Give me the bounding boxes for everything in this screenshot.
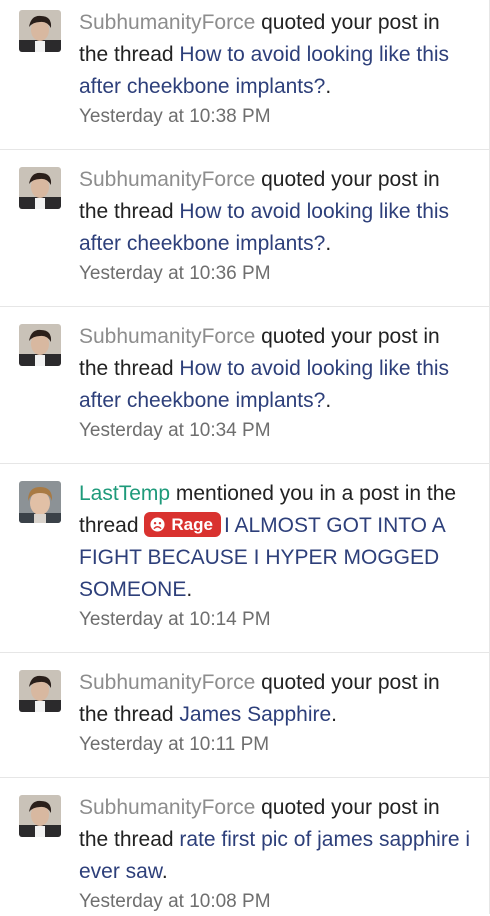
alert-suffix: . bbox=[325, 232, 332, 255]
alert-suffix: . bbox=[331, 703, 337, 726]
avatar-photo-icon bbox=[19, 167, 61, 209]
username-link[interactable]: SubhumanityForce bbox=[79, 11, 255, 34]
user-avatar[interactable] bbox=[19, 10, 61, 52]
username-link[interactable]: SubhumanityForce bbox=[79, 671, 255, 694]
username-link[interactable]: SubhumanityForce bbox=[79, 796, 255, 819]
thread-link[interactable]: James Sapphire bbox=[179, 703, 331, 726]
user-avatar[interactable] bbox=[19, 795, 61, 837]
username-link[interactable]: SubhumanityForce bbox=[79, 168, 255, 191]
alert-suffix: . bbox=[186, 578, 193, 601]
avatar-photo-icon bbox=[19, 324, 61, 366]
username-link[interactable]: SubhumanityForce bbox=[79, 325, 255, 348]
alert-content: SubhumanityForce quoted your post in the… bbox=[79, 321, 474, 445]
alert-content: LastTemp mentioned you in a post in the … bbox=[79, 478, 474, 634]
alert-item: SubhumanityForce quoted your post in the… bbox=[0, 307, 489, 464]
avatar-photo-icon bbox=[19, 481, 61, 523]
alert-item: SubhumanityForce quoted your post in the… bbox=[0, 0, 489, 150]
angry-face-icon bbox=[150, 517, 165, 532]
avatar-photo-icon bbox=[19, 10, 61, 52]
alert-timestamp[interactable]: Yesterday at 10:14 PM bbox=[79, 606, 474, 634]
alert-item: SubhumanityForce quoted your post in the… bbox=[0, 150, 489, 307]
alert-suffix: . bbox=[161, 860, 168, 883]
alert-content: SubhumanityForce quoted your post in the… bbox=[79, 667, 474, 759]
alert-item: SubhumanityForce quoted your post in the… bbox=[0, 778, 489, 914]
username-link[interactable]: LastTemp bbox=[79, 482, 170, 505]
alert-content: SubhumanityForce quoted your post in the… bbox=[79, 7, 474, 131]
alerts-list: SubhumanityForce quoted your post in the… bbox=[0, 0, 490, 914]
alert-timestamp[interactable]: Yesterday at 10:11 PM bbox=[79, 731, 474, 759]
alert-item: SubhumanityForce quoted your post in the… bbox=[0, 653, 489, 778]
alert-timestamp[interactable]: Yesterday at 10:34 PM bbox=[79, 417, 474, 445]
alert-item: LastTemp mentioned you in a post in the … bbox=[0, 464, 489, 653]
alert-content: SubhumanityForce quoted your post in the… bbox=[79, 164, 474, 288]
alert-timestamp[interactable]: Yesterday at 10:08 PM bbox=[79, 888, 474, 916]
alert-timestamp[interactable]: Yesterday at 10:36 PM bbox=[79, 260, 474, 288]
user-avatar[interactable] bbox=[19, 481, 61, 523]
prefix-label: Rage bbox=[171, 515, 213, 534]
alert-timestamp[interactable]: Yesterday at 10:38 PM bbox=[79, 103, 474, 131]
alert-content: SubhumanityForce quoted your post in the… bbox=[79, 792, 474, 916]
alert-suffix: . bbox=[325, 389, 332, 412]
thread-prefix-badge: Rage bbox=[144, 512, 221, 537]
avatar-photo-icon bbox=[19, 795, 61, 837]
avatar-photo-icon bbox=[19, 670, 61, 712]
alert-suffix: . bbox=[325, 75, 332, 98]
user-avatar[interactable] bbox=[19, 670, 61, 712]
user-avatar[interactable] bbox=[19, 324, 61, 366]
user-avatar[interactable] bbox=[19, 167, 61, 209]
